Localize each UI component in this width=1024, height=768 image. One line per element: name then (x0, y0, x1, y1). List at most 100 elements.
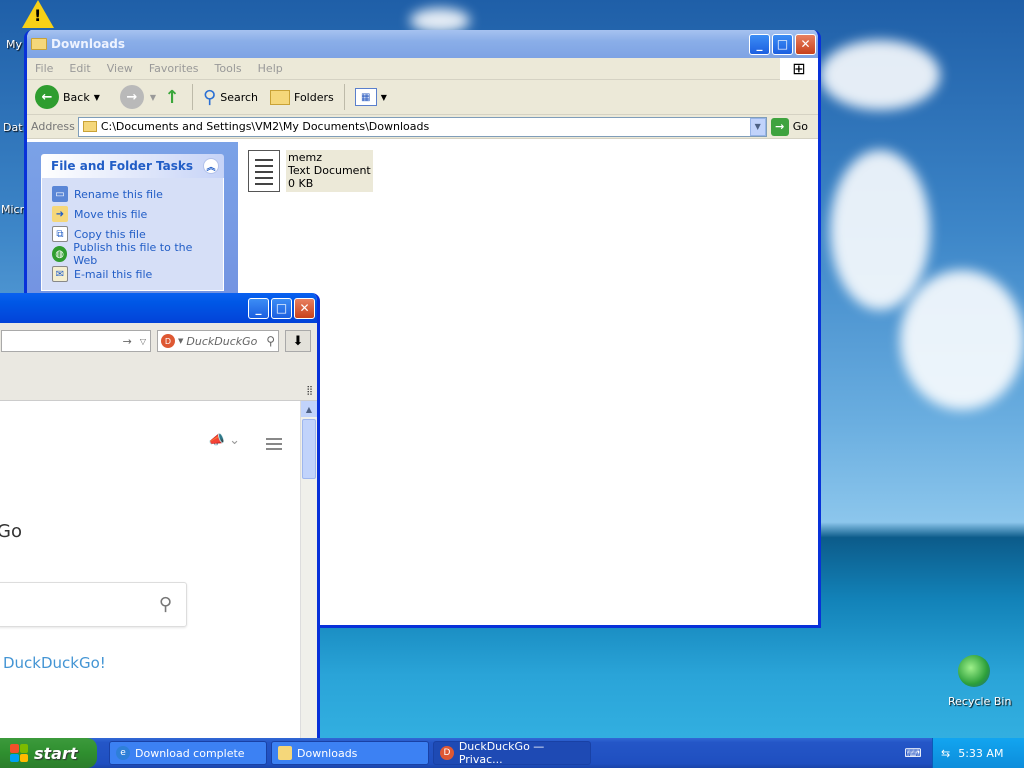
search-bar[interactable]: D ▼ DuckDuckGo ⚲ (157, 330, 279, 352)
go-button[interactable]: → Go (770, 117, 808, 136)
menu-icon[interactable] (266, 435, 282, 453)
duckduckgo-icon: D (440, 746, 454, 760)
back-label: Back (63, 90, 90, 104)
scroll-thumb[interactable] (302, 419, 316, 479)
search-label: Search (220, 90, 259, 104)
address-input[interactable]: C:\Documents and Settings\VM2\My Documen… (77, 116, 767, 137)
brand-text: Go (0, 521, 22, 542)
download-button[interactable]: ⬇ (285, 330, 311, 352)
file-type: Text Document (288, 164, 371, 177)
toolbar-divider (192, 84, 194, 110)
task-publish[interactable]: ◍ Publish this file to the Web (52, 241, 213, 267)
folder-icon (278, 746, 292, 760)
close-button[interactable]: ✕ (294, 297, 315, 319)
chevron-down-icon[interactable]: ▽ (140, 337, 146, 346)
window-title: Downloads (51, 37, 126, 51)
task-email[interactable]: ✉ E-mail this file (52, 264, 213, 284)
search-icon[interactable]: ⚲ (159, 594, 172, 615)
task-label: Move this file (74, 207, 148, 221)
cloud (900, 270, 1024, 410)
address-bar: Address C:\Documents and Settings\VM2\My… (27, 115, 818, 139)
chevron-down-icon: ▼ (380, 92, 387, 102)
search-button[interactable]: ⚲ Search (203, 87, 258, 108)
forward-arrow-icon[interactable]: → (119, 85, 144, 109)
clock[interactable]: 5:33 AM (958, 747, 1003, 760)
task-rename[interactable]: ▭ Rename this file (52, 184, 213, 204)
task-label: E-mail this file (74, 267, 153, 281)
folders-button[interactable]: Folders (270, 89, 334, 105)
file-folder-tasks-header[interactable]: File and Folder Tasks ︽ (41, 154, 224, 178)
system-tray: ⇆ 5:33 AM (932, 738, 1024, 768)
explorer-titlebar[interactable]: Downloads _ □ ✕ (27, 30, 818, 58)
views-button[interactable]: ▦ ▼ (354, 88, 387, 106)
folders-label: Folders (294, 90, 334, 104)
url-bar[interactable]: → ▽ (1, 330, 151, 352)
menu-bar: File Edit View Favorites Tools Help ⊞ (27, 57, 818, 80)
maximize-button[interactable]: □ (271, 297, 292, 319)
chevron-down-icon[interactable]: ▼ (94, 93, 100, 102)
folder-icon (31, 38, 47, 50)
desktop-icon-data[interactable]: Dat (3, 121, 23, 134)
megaphone-icon[interactable]: 📣 ⌄ (209, 433, 240, 448)
bookmarks-toolbar: ⣿ (0, 359, 317, 401)
address-label: Address (31, 120, 75, 133)
text-document-icon (248, 150, 280, 192)
start-label: start (34, 743, 78, 763)
taskbar-item-label: Downloads (297, 746, 358, 760)
chevron-down-icon[interactable]: ▼ (749, 117, 766, 136)
search-icon[interactable]: ⚲ (266, 334, 275, 348)
vertical-scrollbar[interactable]: ▲ (300, 401, 317, 742)
task-move[interactable]: ➜ Move this file (52, 204, 213, 224)
start-button[interactable]: start (0, 738, 97, 768)
toolbar-divider (343, 84, 345, 110)
close-button[interactable]: ✕ (795, 33, 816, 55)
menu-file[interactable]: File (27, 62, 61, 75)
up-folder-icon[interactable]: ↑ (162, 86, 182, 108)
minimize-button[interactable]: _ (749, 33, 770, 55)
panel-title: File and Folder Tasks (51, 159, 194, 173)
taskbar-item-duckduckgo[interactable]: D DuckDuckGo — Privac... (433, 740, 591, 766)
taskbar-item-download-complete[interactable]: e Download complete (109, 741, 267, 765)
keyboard-icon[interactable]: ⌨ (902, 742, 924, 764)
task-label: Rename this file (74, 187, 163, 201)
file-details: memz Text Document 0 KB (286, 150, 373, 192)
menu-view[interactable]: View (99, 62, 141, 75)
duckduckgo-icon: D (161, 334, 175, 348)
go-label: Go (792, 120, 808, 133)
windows-logo-icon: ⊞ (780, 57, 818, 80)
chevron-down-icon[interactable]: ▼ (178, 337, 183, 345)
firefox-window: _ □ ✕ → ▽ D ▼ DuckDuckGo ⚲ ⬇ ⣿ 📣 ⌄ Go ⚲ … (0, 293, 320, 745)
duckduckgo-link[interactable]: DuckDuckGo! (3, 654, 106, 672)
go-arrow-icon[interactable]: → (123, 335, 132, 348)
go-arrow-icon: → (770, 117, 789, 136)
file-list: memz Text Document 0 KB (238, 142, 818, 625)
collapse-icon[interactable]: ︽ (203, 158, 219, 174)
file-name: memz (288, 151, 322, 164)
firefox-titlebar[interactable]: _ □ ✕ (0, 293, 317, 323)
rename-icon: ▭ (52, 186, 68, 202)
menu-tools[interactable]: Tools (207, 62, 250, 75)
back-arrow-icon: ← (35, 85, 59, 109)
copy-icon: ⧉ (52, 226, 68, 242)
page-content: 📣 ⌄ Go ⚲ DuckDuckGo! (0, 401, 300, 742)
network-icon[interactable]: ⇆ (941, 747, 950, 760)
resize-grip-icon[interactable]: ⣿ (306, 386, 313, 396)
minimize-button[interactable]: _ (248, 297, 269, 319)
maximize-button[interactable]: □ (772, 33, 793, 55)
scroll-up-icon[interactable]: ▲ (301, 401, 317, 417)
menu-edit[interactable]: Edit (61, 62, 98, 75)
file-item-memz[interactable]: memz Text Document 0 KB (248, 150, 373, 192)
recycle-bin-label: Recycle Bin (948, 695, 1012, 708)
recycle-bin-icon[interactable] (958, 655, 990, 687)
desktop-icon-my-documents[interactable]: My (6, 38, 22, 51)
back-button[interactable]: ← Back ▼ (35, 85, 100, 109)
page-search-input[interactable]: ⚲ (0, 582, 187, 627)
folders-icon (270, 89, 291, 105)
menu-favorites[interactable]: Favorites (141, 62, 207, 75)
chevron-down-icon[interactable]: ▼ (150, 93, 156, 102)
file-size: 0 KB (288, 177, 314, 190)
menu-help[interactable]: Help (250, 62, 291, 75)
desktop-icon-microsoft[interactable]: Micr (1, 203, 24, 216)
cloud (820, 40, 940, 110)
taskbar-item-downloads[interactable]: Downloads (271, 741, 429, 765)
